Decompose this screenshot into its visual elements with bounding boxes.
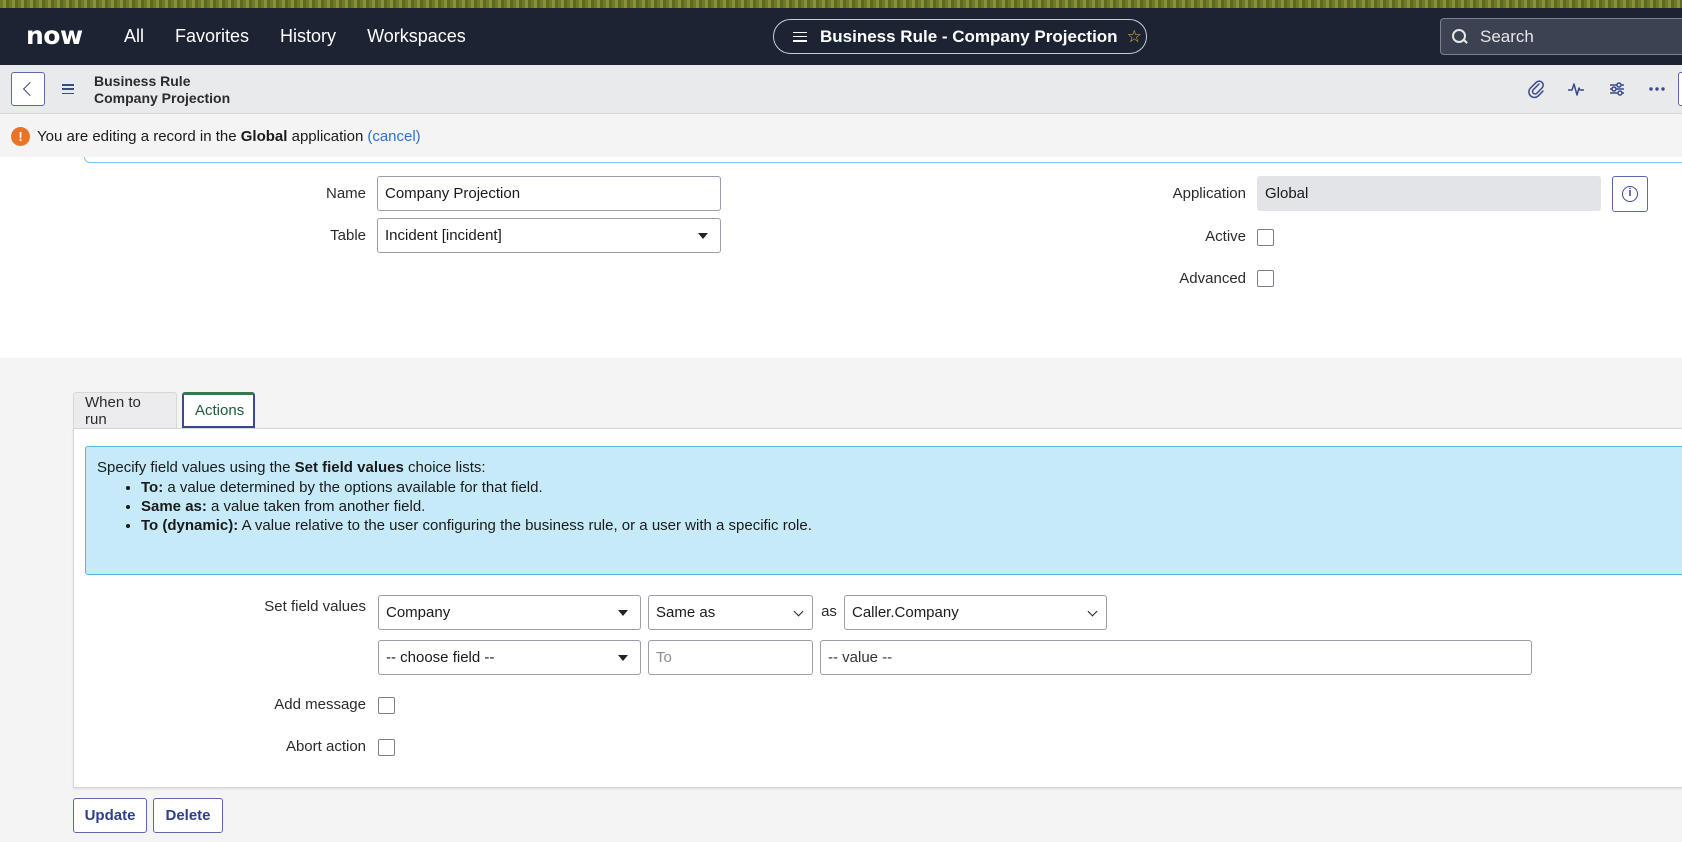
notice-app: Global	[240, 127, 288, 145]
chevron-left-icon	[22, 81, 38, 97]
tab-when-to-run[interactable]: When to run	[73, 392, 177, 428]
field-select-row2[interactable]: -- choose field --	[378, 640, 641, 675]
advanced-checkbox[interactable]	[1257, 270, 1274, 287]
chevron-down-icon	[1087, 606, 1098, 617]
operator-select-row2: To	[648, 640, 813, 675]
as-label: as	[821, 603, 837, 620]
header-edge-button[interactable]	[1678, 72, 1682, 106]
name-field[interactable]: Company Projection	[377, 176, 721, 211]
list-icon	[793, 31, 807, 42]
activity-icon[interactable]	[1565, 78, 1587, 100]
notice-prefix: You are editing a record in the	[37, 127, 237, 145]
table-value: Incident [incident]	[385, 227, 502, 244]
operator-value-row1: Same as	[656, 604, 716, 621]
table-label: Table	[330, 227, 366, 244]
info-bullet-list: To: a value determined by the options av…	[141, 478, 1673, 535]
caret-down-icon	[698, 233, 708, 239]
chevron-down-icon	[793, 606, 804, 617]
add-message-checkbox[interactable]	[378, 697, 395, 714]
application-label: Application	[1172, 185, 1246, 202]
delete-button[interactable]: Delete	[153, 798, 223, 833]
warning-icon: !	[11, 126, 30, 146]
info-bullet: To (dynamic): A value relative to the us…	[141, 516, 1673, 535]
search-icon	[1452, 28, 1468, 45]
value-select-row1[interactable]: Caller.Company	[844, 595, 1107, 630]
servicenow-logo[interactable]: now	[26, 20, 83, 50]
active-label: Active	[1205, 228, 1246, 245]
back-button[interactable]	[11, 72, 45, 106]
table-select[interactable]: Incident [incident]	[377, 218, 721, 253]
abort-action-label: Abort action	[285, 738, 366, 755]
field-select-row1[interactable]: Company	[378, 595, 641, 630]
section-divider	[84, 157, 1682, 163]
notice-suffix: application	[291, 127, 364, 145]
name-label: Name	[325, 185, 366, 202]
top-decor-strip	[0, 0, 1682, 8]
value-row1: Caller.Company	[852, 604, 959, 621]
record-title-pill[interactable]: Business Rule - Company Projection ☆	[773, 19, 1147, 54]
more-options-icon[interactable]	[1646, 78, 1668, 100]
abort-action-checkbox[interactable]	[378, 739, 395, 756]
logo-text: now	[26, 20, 83, 50]
application-info-button[interactable]: i	[1612, 176, 1648, 212]
editing-notice: ! You are editing a record in the Global…	[0, 115, 1682, 157]
nav-item-workspaces[interactable]: Workspaces	[367, 26, 466, 47]
record-header: Business Rule Company Projection	[0, 65, 1682, 114]
cancel-link[interactable]: (cancel)	[367, 128, 420, 145]
nav-item-all[interactable]: All	[124, 26, 144, 47]
top-nav-bar: now All Favorites History Workspaces Bus…	[0, 8, 1682, 65]
nav-item-favorites[interactable]: Favorites	[175, 26, 249, 47]
search-placeholder: Search	[1480, 26, 1534, 46]
operator-select-row1[interactable]: Same as	[648, 595, 813, 630]
caret-down-icon	[618, 655, 628, 661]
update-button[interactable]: Update	[73, 798, 147, 833]
record-pill-title: Business Rule - Company Projection	[820, 26, 1118, 46]
set-field-values-label: Set field values	[264, 598, 366, 615]
application-field: Global	[1257, 176, 1601, 211]
info-intro-bold: Set field values	[294, 459, 404, 476]
favorite-star-icon[interactable]: ☆	[1127, 27, 1142, 47]
value-field-row2: -- value --	[820, 640, 1532, 675]
active-checkbox[interactable]	[1257, 229, 1274, 246]
nav-menu: All Favorites History Workspaces	[124, 8, 497, 65]
field-value-row1: Company	[386, 604, 451, 621]
info-bullet: Same as: a value taken from another fiel…	[141, 497, 1673, 516]
set-field-values-info: Specify field values using the Set field…	[85, 446, 1682, 575]
advanced-label: Advanced	[1179, 270, 1246, 287]
info-icon: i	[1622, 186, 1638, 202]
settings-sliders-icon[interactable]	[1606, 78, 1628, 100]
context-menu-icon[interactable]	[62, 84, 74, 94]
record-type: Business Rule	[94, 73, 191, 89]
nav-item-history[interactable]: History	[280, 26, 336, 47]
field-value-row2: -- choose field --	[386, 649, 495, 666]
caret-down-icon	[618, 610, 628, 616]
global-search-input[interactable]: Search	[1440, 18, 1682, 55]
attachment-icon[interactable]	[1525, 78, 1547, 100]
add-message-label: Add message	[274, 696, 366, 713]
info-intro-prefix: Specify field values using the	[97, 459, 291, 476]
tab-actions[interactable]: Actions	[182, 392, 255, 428]
info-bullet: To: a value determined by the options av…	[141, 478, 1673, 497]
record-name: Company Projection	[94, 90, 231, 106]
info-intro-suffix: choice lists:	[408, 459, 486, 476]
